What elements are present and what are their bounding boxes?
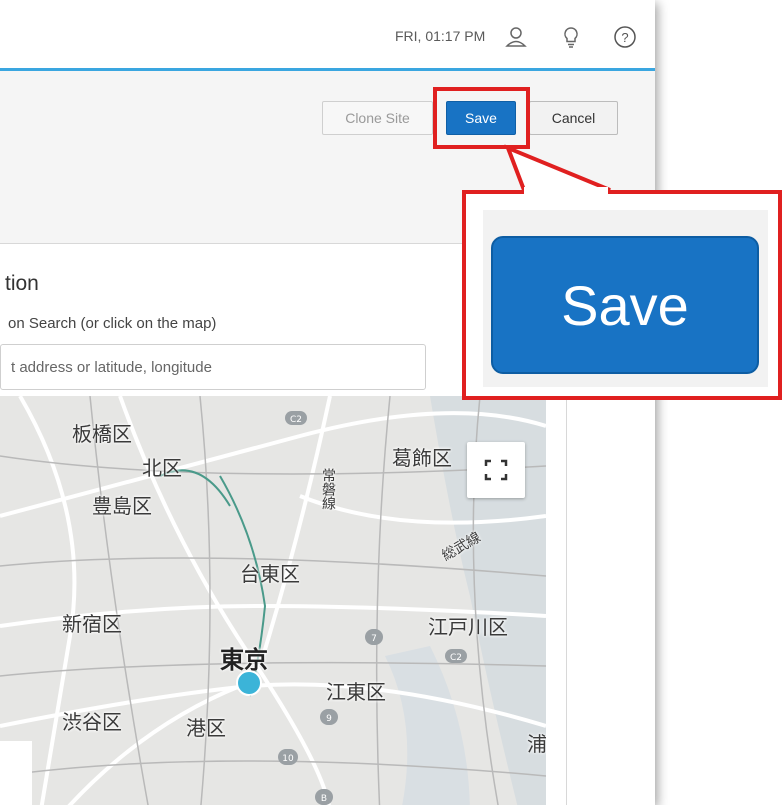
zoomed-save-button: Save <box>491 236 759 374</box>
location-search-input[interactable] <box>0 344 426 390</box>
fullscreen-button[interactable] <box>467 442 525 498</box>
user-icon[interactable] <box>503 24 529 50</box>
map-label: 板橋区 <box>72 422 132 446</box>
map-label: 港区 <box>186 716 226 740</box>
fullscreen-icon <box>484 459 508 481</box>
map-label: 新宿区 <box>62 612 122 636</box>
location-search-label: on Search (or click on the map) <box>8 315 217 332</box>
map-label: 台東区 <box>240 562 300 586</box>
datetime: FRI, 01:17 PM <box>395 28 486 44</box>
cancel-button[interactable]: Cancel <box>529 101 618 135</box>
map-label: 豊島区 <box>92 494 152 518</box>
map-roads: C2 C2 7 9 10 B <box>0 396 546 805</box>
svg-text:C2: C2 <box>290 415 302 425</box>
map-label: 江東区 <box>326 680 386 704</box>
top-bar: FRI, 01:17 PM ? <box>0 0 655 71</box>
map-label: 北区 <box>142 456 182 480</box>
svg-text:9: 9 <box>326 714 332 724</box>
site-editor-panel: FRI, 01:17 PM ? Clone Site Save Cancel t… <box>0 0 655 805</box>
map-label: 渋谷区 <box>62 710 122 734</box>
location-marker[interactable] <box>236 670 262 696</box>
map-label: 江戸川区 <box>428 615 508 639</box>
map-label: 葛飾区 <box>392 446 452 470</box>
help-icon[interactable]: ? <box>612 24 638 50</box>
svg-text:?: ? <box>621 30 628 45</box>
map-label: 浦 <box>527 732 546 756</box>
save-highlight <box>433 87 530 149</box>
map-label: 常磐線 <box>320 468 336 510</box>
lightbulb-icon[interactable] <box>558 24 584 50</box>
svg-text:7: 7 <box>371 634 377 644</box>
map[interactable]: C2 C2 7 9 10 B 板橋区 北区 豊島区 葛飾区 台東区 常磐線 総武… <box>0 396 546 805</box>
svg-text:B: B <box>321 794 327 804</box>
section-title: tion <box>5 272 39 295</box>
svg-text:C2: C2 <box>450 653 462 663</box>
clone-site-button[interactable]: Clone Site <box>322 101 433 135</box>
svg-text:10: 10 <box>282 754 294 764</box>
